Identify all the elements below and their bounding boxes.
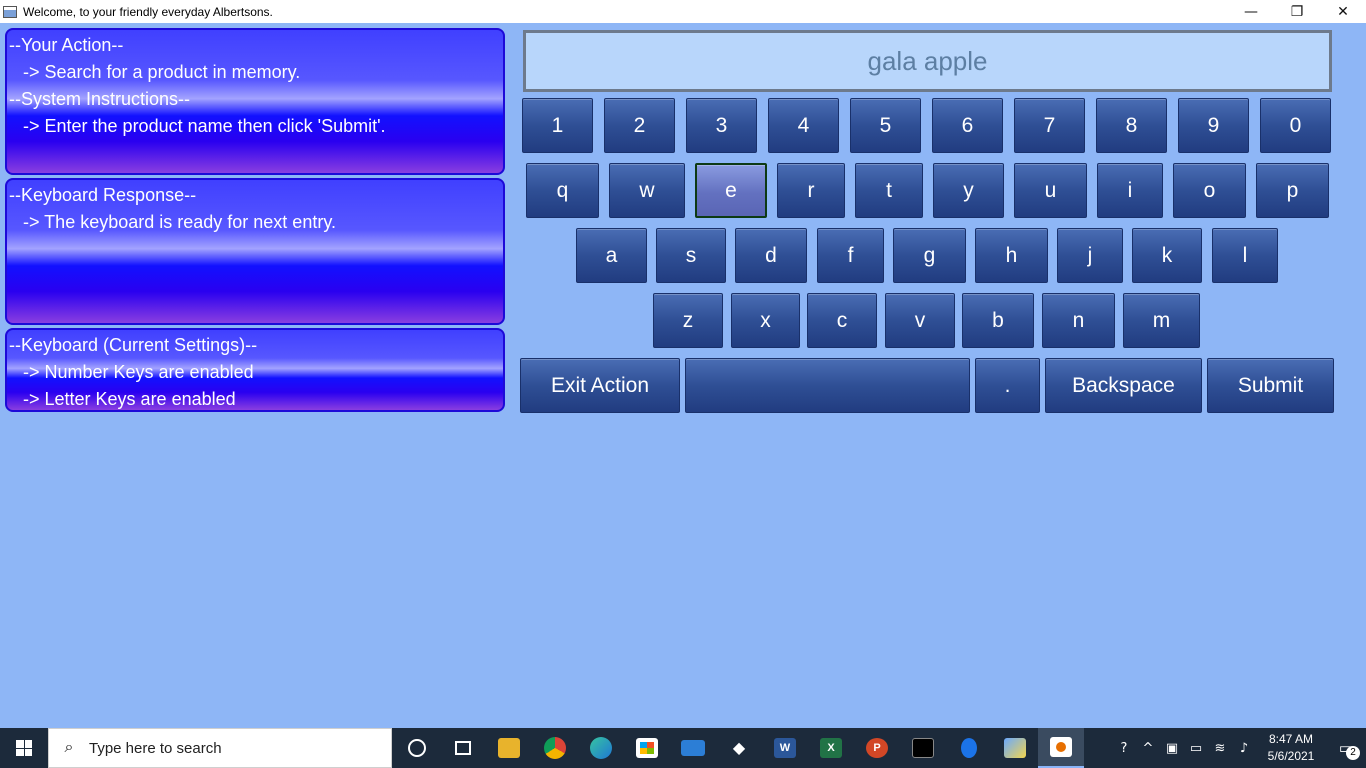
bluetooth-icon[interactable] [946,728,992,768]
settings-letter-keys: -> Letter Keys are enabled [23,389,236,409]
key-2[interactable]: 2 [604,98,675,153]
key-1[interactable]: 1 [522,98,593,153]
key-g[interactable]: g [893,228,966,283]
help-icon[interactable]: ? [1112,728,1136,768]
response-heading: --Keyboard Response-- [9,185,197,205]
powerpoint-icon[interactable]: P [854,728,900,768]
key-u[interactable]: u [1014,163,1087,218]
chrome-icon[interactable] [532,728,578,768]
file-explorer-icon[interactable] [486,728,532,768]
app-icon [3,5,17,18]
space-key[interactable] [685,358,970,413]
key-o[interactable]: o [1173,163,1246,218]
battery-icon[interactable]: ▭ [1184,728,1208,768]
key-4[interactable]: 4 [768,98,839,153]
search-icon: ⌕ [64,739,74,756]
key-a[interactable]: a [576,228,647,283]
key-m[interactable]: m [1123,293,1200,348]
response-panel: --Keyboard Response-- -> The keyboard is… [5,178,505,325]
wifi-icon[interactable]: ≋ [1208,728,1232,768]
window-title: Welcome, to your friendly everyday Alber… [23,4,273,19]
volume-icon[interactable]: ♪ [1232,728,1256,768]
excel-icon[interactable]: X [808,728,854,768]
key-c[interactable]: c [807,293,877,348]
key-h[interactable]: h [975,228,1048,283]
key-0[interactable]: 0 [1260,98,1331,153]
key-7[interactable]: 7 [1014,98,1085,153]
restore-button[interactable]: ❐ [1274,0,1320,23]
key-n[interactable]: n [1042,293,1115,348]
device-icon[interactable]: ▣ [1160,728,1184,768]
edge-icon[interactable] [578,728,624,768]
search-display[interactable]: gala apple [523,30,1332,92]
key-s[interactable]: s [656,228,726,283]
search-placeholder: Type here to search [89,739,222,757]
chevron-up-icon[interactable]: ^ [1136,728,1160,768]
virtualbox-icon[interactable] [992,728,1038,768]
clock[interactable]: 8:47 AM 5/6/2021 [1256,731,1326,765]
key-z[interactable]: z [653,293,723,348]
window-controls: — ❐ ✕ [1228,0,1366,23]
close-button[interactable]: ✕ [1320,0,1366,23]
windows-icon [16,740,32,756]
key-x[interactable]: x [731,293,800,348]
dropbox-icon[interactable]: ◆ [716,728,762,768]
key-j[interactable]: j [1057,228,1123,283]
word-icon[interactable]: W [762,728,808,768]
clock-date: 5/6/2021 [1267,749,1315,763]
cortana-icon[interactable] [394,728,440,768]
java-icon[interactable] [1038,728,1084,768]
key-t[interactable]: t [855,163,923,218]
title-bar: Welcome, to your friendly everyday Alber… [0,0,1366,23]
clock-time: 8:47 AM [1268,732,1314,746]
action-panel: --Your Action-- -> Search for a product … [5,28,505,175]
settings-heading: --Keyboard (Current Settings)-- [9,335,258,355]
key-b[interactable]: b [962,293,1034,348]
action-text: -> Search for a product in memory. [23,62,301,82]
period-key[interactable]: . [975,358,1040,413]
system-tray: ? ^ ▣ ▭ ≋ ♪ 8:47 AM 5/6/2021 ▭2 [1112,728,1366,768]
taskbar: ⌕ Type here to search ◆ W X P ? ^ ▣ ▭ ≋ … [0,728,1366,768]
mail-icon[interactable] [670,728,716,768]
instructions-heading: --System Instructions-- [9,89,191,109]
key-p[interactable]: p [1256,163,1329,218]
start-button[interactable] [0,728,48,768]
key-e[interactable]: e [695,163,767,218]
key-q[interactable]: q [526,163,599,218]
key-9[interactable]: 9 [1178,98,1249,153]
terminal-icon[interactable] [900,728,946,768]
key-f[interactable]: f [817,228,884,283]
notification-center-icon[interactable]: ▭2 [1326,728,1366,768]
key-d[interactable]: d [735,228,807,283]
key-6[interactable]: 6 [932,98,1003,153]
instructions-text: -> Enter the product name then click 'Su… [23,116,386,136]
settings-panel: --Keyboard (Current Settings)-- -> Numbe… [5,328,505,412]
backspace-button[interactable]: Backspace [1045,358,1202,413]
key-3[interactable]: 3 [686,98,757,153]
notification-count: 2 [1346,746,1360,760]
key-y[interactable]: y [933,163,1004,218]
response-text: -> The keyboard is ready for next entry. [23,212,336,232]
key-8[interactable]: 8 [1096,98,1167,153]
task-view-icon[interactable] [440,728,486,768]
key-w[interactable]: w [609,163,685,218]
submit-button[interactable]: Submit [1207,358,1334,413]
key-r[interactable]: r [777,163,845,218]
settings-number-keys: -> Number Keys are enabled [23,362,254,382]
key-i[interactable]: i [1097,163,1163,218]
action-heading: --Your Action-- [9,35,124,55]
taskbar-search[interactable]: ⌕ Type here to search [48,728,392,768]
key-v[interactable]: v [885,293,955,348]
exit-action-button[interactable]: Exit Action [520,358,680,413]
store-icon[interactable] [624,728,670,768]
key-l[interactable]: l [1212,228,1278,283]
key-5[interactable]: 5 [850,98,921,153]
key-k[interactable]: k [1132,228,1202,283]
minimize-button[interactable]: — [1228,0,1274,23]
